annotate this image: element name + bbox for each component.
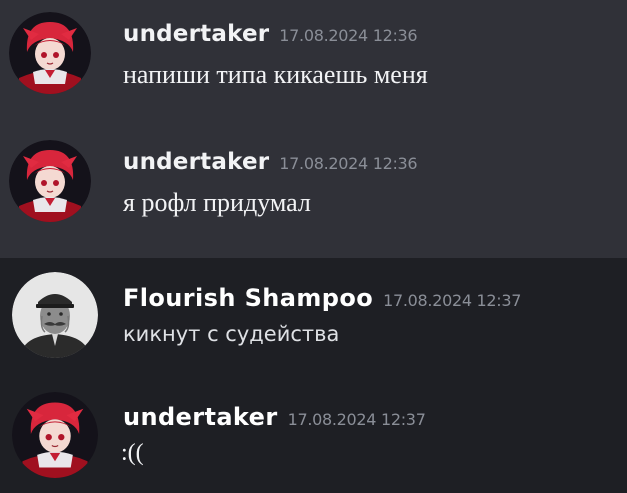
anime-girl-avatar-icon[interactable] — [12, 392, 98, 478]
message-text: кикнут с судейства — [123, 322, 340, 346]
vintage-portrait-avatar-icon[interactable] — [12, 272, 98, 358]
message-item[interactable]: undertaker 17.08.2024 12:36 я рофл придум… — [0, 128, 627, 228]
message-item[interactable]: undertaker 17.08.2024 12:37 :(( — [0, 384, 627, 484]
message-item[interactable]: Flourish Shampoo 17.08.2024 12:37 кикнут … — [0, 258, 627, 358]
anime-girl-avatar-icon[interactable] — [9, 140, 91, 222]
message-header: undertaker 17.08.2024 12:36 — [123, 149, 418, 175]
message-header: Flourish Shampoo 17.08.2024 12:37 — [123, 286, 521, 310]
message-text: напиши типа кикаешь меня — [123, 60, 428, 89]
message-timestamp: 17.08.2024 12:37 — [383, 291, 522, 310]
author-name[interactable]: undertaker — [123, 403, 278, 431]
message-text: я рофл придумал — [123, 188, 311, 217]
message-timestamp: 17.08.2024 12:36 — [279, 26, 418, 45]
message-timestamp: 17.08.2024 12:36 — [279, 154, 418, 173]
author-name[interactable]: undertaker — [123, 149, 269, 175]
author-name[interactable]: Flourish Shampoo — [123, 284, 373, 312]
author-name[interactable]: undertaker — [123, 21, 269, 47]
anime-girl-avatar-icon[interactable] — [9, 12, 91, 94]
message-header: undertaker 17.08.2024 12:36 — [123, 21, 418, 47]
message-timestamp: 17.08.2024 12:37 — [287, 410, 426, 429]
message-item[interactable]: undertaker 17.08.2024 12:36 напиши типа к… — [0, 0, 627, 100]
message-header: undertaker 17.08.2024 12:37 — [123, 405, 426, 429]
message-text: :(( — [121, 440, 144, 466]
